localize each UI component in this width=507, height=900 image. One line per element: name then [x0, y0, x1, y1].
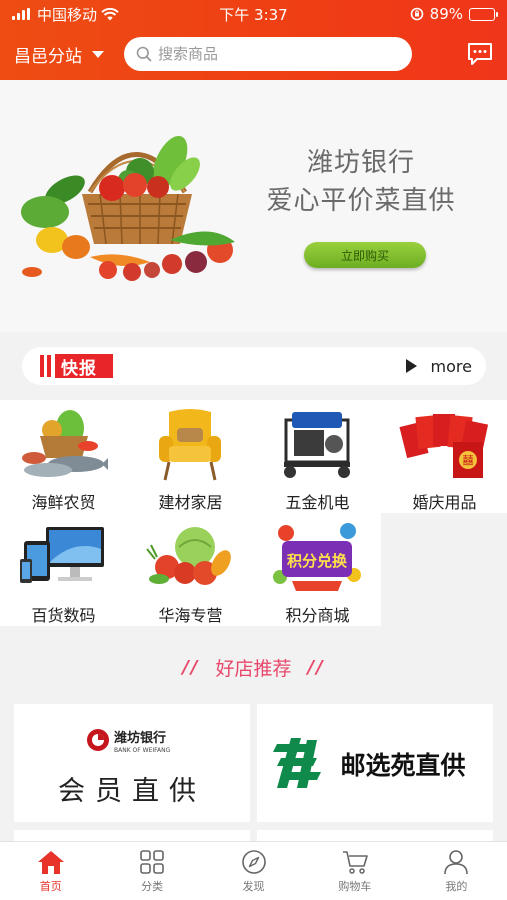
- promo-banner[interactable]: 潍坊银行 爱心平价菜直供 立即购买: [0, 80, 507, 332]
- message-button[interactable]: [465, 39, 495, 69]
- decor-slashes-icon: //: [182, 657, 200, 678]
- shop-post-logo: 邮选苑直供: [273, 738, 466, 788]
- shop-card-post[interactable]: 邮选苑直供: [257, 704, 493, 822]
- category-label: 海鲜农贸: [31, 493, 96, 512]
- vegetables-icon: [146, 527, 231, 585]
- news-ticker[interactable]: 快报 more: [22, 347, 486, 385]
- wifi-icon: [101, 7, 119, 20]
- category-label: 五金机电: [285, 493, 350, 512]
- vegetable-basket-image: [21, 135, 235, 281]
- tab-cart[interactable]: 购物车: [304, 842, 405, 900]
- news-more-link[interactable]: more: [405, 356, 472, 376]
- compass-icon: [241, 850, 266, 874]
- category-wedding[interactable]: 囍 婚庆用品: [381, 400, 507, 513]
- user-icon: [444, 850, 469, 875]
- shop-logo-cn: 潍坊银行: [114, 730, 166, 746]
- banner-title-line2: 爱心平价菜直供: [266, 186, 456, 216]
- tab-label: 购物车: [338, 880, 372, 893]
- status-time: 下午 3:37: [219, 5, 288, 24]
- app-header: 中国移动 下午 3:37 89% 昌邑分站: [0, 0, 507, 80]
- tab-label: 分类: [141, 880, 164, 893]
- shop-name: 会员直供: [58, 776, 206, 807]
- search-box[interactable]: [124, 37, 412, 71]
- news-logo: 快报: [40, 354, 113, 379]
- search-input[interactable]: [158, 45, 388, 63]
- category-building-home[interactable]: 建材家居: [127, 400, 254, 513]
- tab-label: 我的: [445, 880, 468, 893]
- news-more-label: more: [430, 356, 472, 376]
- category-digital[interactable]: 百货数码: [0, 513, 127, 626]
- shop-name: 邮选苑直供: [340, 751, 465, 780]
- points-art-text: 积分兑换: [287, 552, 348, 570]
- tab-category[interactable]: 分类: [101, 842, 202, 900]
- tab-label: 发现: [242, 880, 265, 893]
- category-label: 婚庆用品: [412, 493, 477, 512]
- tab-profile[interactable]: 我的: [406, 842, 507, 900]
- shop-card-weifang-bank[interactable]: 潍坊银行 BANK OF WEIFANG 会员直供: [14, 704, 250, 822]
- tab-label: 首页: [39, 880, 62, 893]
- nav-bar: 昌邑分站: [0, 28, 507, 80]
- battery-percent: 89%: [429, 5, 463, 23]
- grid-icon: [140, 850, 164, 874]
- caret-down-icon: [92, 50, 104, 58]
- shop-weifang-bank-logo: 潍坊银行 BANK OF WEIFANG 会员直供: [58, 729, 206, 807]
- category-label: 积分商城: [285, 606, 350, 625]
- status-bar: 中国移动 下午 3:37 89%: [0, 0, 507, 28]
- banner-title-line1: 潍坊银行: [306, 148, 415, 178]
- chat-bubble-icon: [468, 43, 492, 65]
- generator-icon: [284, 412, 350, 478]
- category-label: 华海专营: [158, 606, 223, 625]
- svg-text:囍: 囍: [463, 454, 474, 467]
- decor-slashes-icon: //: [307, 657, 325, 678]
- signal-icon: [12, 8, 30, 20]
- section-title-text: 好店推荐: [215, 658, 292, 680]
- shop-logo-en: BANK OF WEIFANG: [114, 747, 171, 754]
- search-icon: [136, 46, 152, 62]
- carrier-name: 中国移动: [37, 5, 98, 24]
- seafood-icon: [22, 410, 108, 477]
- category-points-mall[interactable]: 积分兑换 积分商城: [254, 513, 381, 626]
- home-icon: [37, 851, 64, 874]
- category-huahai[interactable]: 华海专营: [127, 513, 254, 626]
- category-label: 建材家居: [158, 493, 223, 512]
- cart-icon: [342, 851, 368, 874]
- tab-home[interactable]: 首页: [0, 842, 101, 900]
- city-selector[interactable]: 昌邑分站: [14, 42, 104, 67]
- play-icon: [405, 359, 417, 373]
- category-grid: 海鲜农贸 建材家居 五金机电 囍 婚庆用品 百货数码 华海专营 积分兑换 积分商…: [0, 400, 507, 626]
- status-left: 中国移动: [12, 4, 119, 25]
- section-title: // 好店推荐 //: [0, 654, 507, 681]
- tab-discover[interactable]: 发现: [203, 842, 304, 900]
- city-name: 昌邑分站: [14, 46, 82, 67]
- category-label: 百货数码: [31, 606, 96, 625]
- armchair-icon: [159, 409, 221, 481]
- news-bars-icon: [40, 355, 51, 377]
- battery-icon: [469, 7, 498, 21]
- category-hardware[interactable]: 五金机电: [254, 400, 381, 513]
- points-exchange-icon: 积分兑换: [273, 523, 361, 591]
- devices-icon: [20, 527, 104, 583]
- buy-now-button[interactable]: 立即购买: [304, 242, 426, 268]
- news-label: 快报: [55, 354, 113, 379]
- category-seafood[interactable]: 海鲜农贸: [0, 400, 127, 513]
- rotation-lock-icon: [410, 7, 423, 21]
- red-envelope-icon: 囍: [399, 414, 489, 478]
- bottom-tab-bar: 首页 分类 发现 购物车 我的: [0, 841, 507, 900]
- status-right: 89%: [410, 5, 498, 23]
